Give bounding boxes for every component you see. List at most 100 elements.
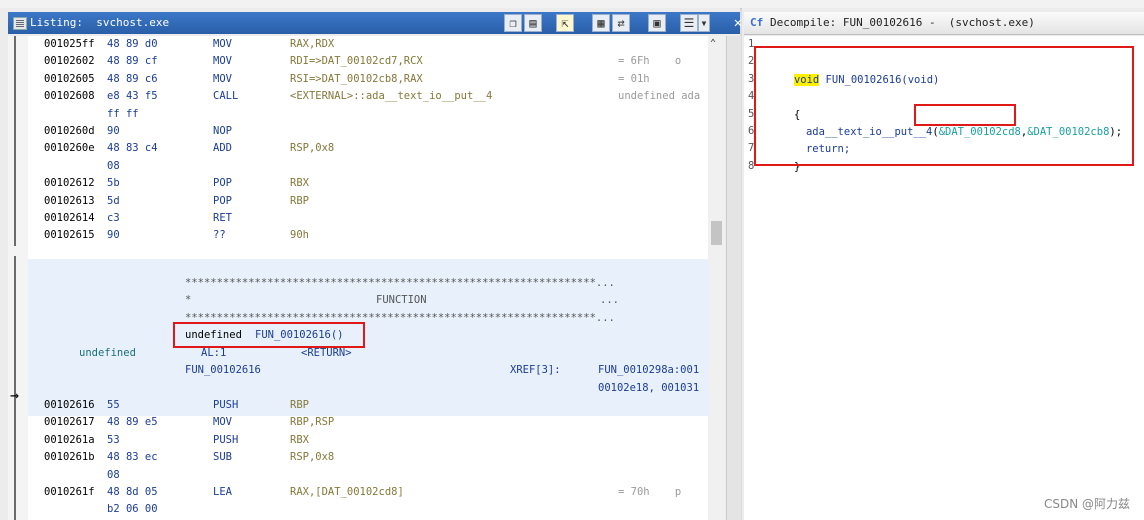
row-ops: RBP	[290, 194, 309, 207]
function-word: FUNCTION	[376, 294, 427, 306]
listing-code-area[interactable]: 001025ff 48 89 d0 MOV RAX,RDX 00102602 48 89 …	[28, 36, 708, 520]
row-addr: 0010260e	[44, 142, 95, 155]
panel-splitter[interactable]	[726, 36, 741, 520]
listing-row[interactable]: 0010260d 90 NOP	[28, 123, 708, 140]
scroll-thumb[interactable]	[711, 221, 722, 245]
cursor-select-icon[interactable]: ⇱	[556, 14, 574, 32]
row-ops: 90h	[290, 229, 309, 242]
listing-row[interactable]: 00102613 5d POP RBP	[28, 193, 708, 210]
row-bytes: 48 8d 05	[107, 486, 158, 498]
row-ops: RAX,[DAT_00102cd8]	[290, 486, 404, 498]
listing-row[interactable]: 00102615 90?? 90h	[28, 227, 708, 244]
row-addr: 00102612	[44, 177, 95, 190]
field-layout-icon[interactable]: ▦	[592, 14, 610, 32]
row-bytes: b2 06 00	[107, 503, 158, 516]
listing-row[interactable]: 001025ff 48 89 d0 MOV RAX,RDX	[28, 36, 708, 53]
return-type: undefined	[79, 347, 136, 359]
row-addr: 00102613	[44, 194, 95, 207]
row-ops: RBP	[290, 399, 309, 411]
options-dropdown-icon[interactable]: ▾	[698, 14, 710, 32]
listing-row[interactable]: 0010260e 48 83 c4 ADD RSP,0x8	[28, 140, 708, 157]
row-bytes: 08	[107, 468, 120, 481]
listing-panel: Listing: svchost.exe ❐ ▤ ⇱ ▦ ⇄ ▣ ☰ ▾ ✕ →…	[0, 8, 742, 520]
row-addr: 00102602	[44, 55, 95, 68]
arg-highlight-box	[914, 104, 1016, 126]
listing-icon	[13, 17, 27, 30]
row-mn: PUSH	[213, 399, 239, 411]
listing-row[interactable]: 00102616 55 PUSH RBP	[28, 397, 708, 414]
row-ops: RSP,0x8	[290, 142, 335, 155]
listing-row[interactable]: ff ff	[28, 106, 708, 123]
listing-row[interactable]: b2 06 00	[28, 501, 708, 518]
row-cmt: = 6Fh o	[618, 55, 682, 68]
row-ops: RDI=>DAT_00102cd7,RCX	[290, 55, 423, 68]
row-mn: POP	[213, 194, 232, 207]
listing-title: Listing: svchost.exe	[30, 16, 170, 29]
listing-row[interactable]: 0010261a 53 PUSH RBX	[28, 432, 708, 449]
row-mn: MOV	[213, 72, 232, 85]
row-ops: RBP,RSP	[290, 416, 335, 429]
scroll-up-icon[interactable]: ⌃	[710, 38, 716, 49]
row-bytes: ff ff	[107, 107, 139, 120]
listing-row[interactable]: 00102614 c3 RET	[28, 210, 708, 227]
row-addr: 00102616	[44, 399, 95, 411]
row-mn: ??	[213, 229, 226, 242]
row-mn: CALL	[213, 90, 239, 103]
row-addr: 00102605	[44, 72, 95, 85]
row-mn: NOP	[213, 125, 232, 137]
diff-view-icon[interactable]: ⇄	[612, 14, 630, 32]
row-bytes: 08	[107, 159, 120, 172]
decompile-titlebar: Cf Decompile: FUN_00102616 - (svchost.ex…	[744, 12, 1144, 35]
row-cmt: undefined ada	[618, 90, 701, 103]
row-addr: 00102608	[44, 90, 95, 103]
row-bytes: 5d	[107, 194, 120, 207]
row-mn: RET	[213, 212, 232, 224]
listing-row[interactable]: 00102602 48 89 cf MOV RDI=>DAT_00102cd7,RCX…	[28, 53, 708, 70]
row-mn: PUSH	[213, 433, 239, 446]
listing-row[interactable]: 00102617 48 89 e5 MOV RBP,RSP	[28, 414, 708, 431]
row-addr: 0010260d	[44, 125, 95, 137]
function-star-left: *	[185, 294, 192, 306]
row-addr: 0010261b	[44, 451, 95, 464]
listing-row[interactable]: 0010261b 48 83 ec SUB RSP,0x8	[28, 449, 708, 466]
snapshot-icon[interactable]: ▣	[648, 14, 666, 32]
listing-row[interactable]: 08	[28, 158, 708, 175]
row-cmt: = 70h p	[618, 486, 682, 498]
row-addr: 001025ff	[44, 38, 95, 50]
xref-target-2[interactable]: 00102e18, 001031	[598, 382, 699, 394]
row-mn: SUB	[213, 451, 232, 464]
row-bytes: 5b	[107, 177, 120, 190]
row-ops: RBX	[290, 433, 309, 446]
xref-label: XREF[3]:	[510, 364, 561, 376]
row-bytes: 53	[107, 433, 120, 446]
row-addr: 00102614	[44, 212, 95, 224]
row-bytes: 55	[107, 399, 120, 411]
decompile-panel: Cf Decompile: FUN_00102616 - (svchost.ex…	[742, 8, 1144, 520]
row-mn: LEA	[213, 486, 232, 498]
row-bytes: 90	[107, 125, 120, 137]
function-label[interactable]: FUN_00102616	[185, 364, 261, 376]
xref-target-1[interactable]: FUN_0010298a:001	[598, 364, 699, 376]
listing-row[interactable]: 0010261f 48 8d 05 LEA RAX,[DAT_00102cd8] = 7…	[28, 484, 708, 501]
paste-icon[interactable]: ▤	[524, 14, 542, 32]
listing-row[interactable]: 00102605 48 89 c6 MOV RSI=>DAT_00102cb8,RAX…	[28, 71, 708, 88]
decompile-code-area[interactable]: 12345678 void FUN_00102616(void) { ada__…	[744, 36, 1144, 520]
row-bytes: 48 89 d0	[107, 38, 158, 50]
listing-scrollbar[interactable]: ⌃	[708, 36, 725, 520]
decompile-icon: Cf	[750, 16, 764, 29]
listing-row[interactable]: 00102612 5b POP RBX	[28, 175, 708, 192]
options-icon[interactable]: ☰	[680, 14, 698, 32]
return-label: <RETURN>	[301, 347, 352, 359]
listing-row[interactable]: 00102608 e8 43 f5 CALL <EXTERNAL>::ada__tex…	[28, 88, 708, 105]
row-mn: MOV	[213, 416, 232, 429]
copy-icon[interactable]: ❐	[504, 14, 522, 32]
row-mn: MOV	[213, 38, 232, 50]
listing-row[interactable]: 08	[28, 467, 708, 484]
row-bytes: 48 83 c4	[107, 142, 158, 155]
row-ops: RBX	[290, 177, 309, 190]
listing-gutter	[8, 36, 29, 520]
row-bytes: e8 43 f5	[107, 90, 158, 103]
signature-highlight-box	[173, 322, 365, 348]
row-addr: 0010261a	[44, 433, 95, 446]
function-stars-top: ****************************************…	[185, 277, 615, 289]
